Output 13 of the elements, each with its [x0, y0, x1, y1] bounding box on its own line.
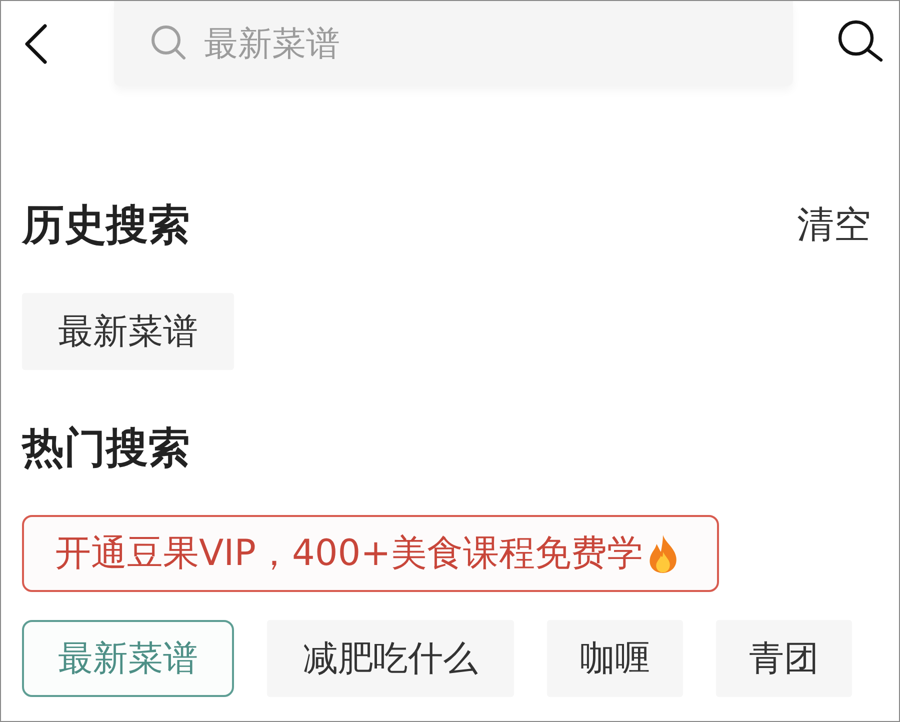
history-tag[interactable]: 最新菜谱 — [22, 293, 234, 370]
section-title: 热门搜索 — [22, 423, 190, 473]
section-title: 历史搜索 — [22, 200, 190, 250]
search-field[interactable]: 最新菜谱 — [114, 1, 793, 86]
hot-search-tag[interactable]: 咖喱 — [547, 620, 683, 697]
search-icon[interactable] — [837, 20, 883, 62]
hot-search-tag[interactable]: 减肥吃什么 — [267, 620, 514, 697]
clear-link[interactable]: 清空 — [797, 200, 871, 250]
chevron-left-icon[interactable] — [23, 24, 49, 64]
hot-search-tag[interactable]: 青团 — [716, 620, 852, 697]
promo-banner[interactable]: 开通豆果VIP，400+美食课程免费学 — [22, 515, 719, 592]
hot-search-tag[interactable]: 最新菜谱 — [22, 620, 234, 697]
search-icon — [151, 25, 186, 60]
